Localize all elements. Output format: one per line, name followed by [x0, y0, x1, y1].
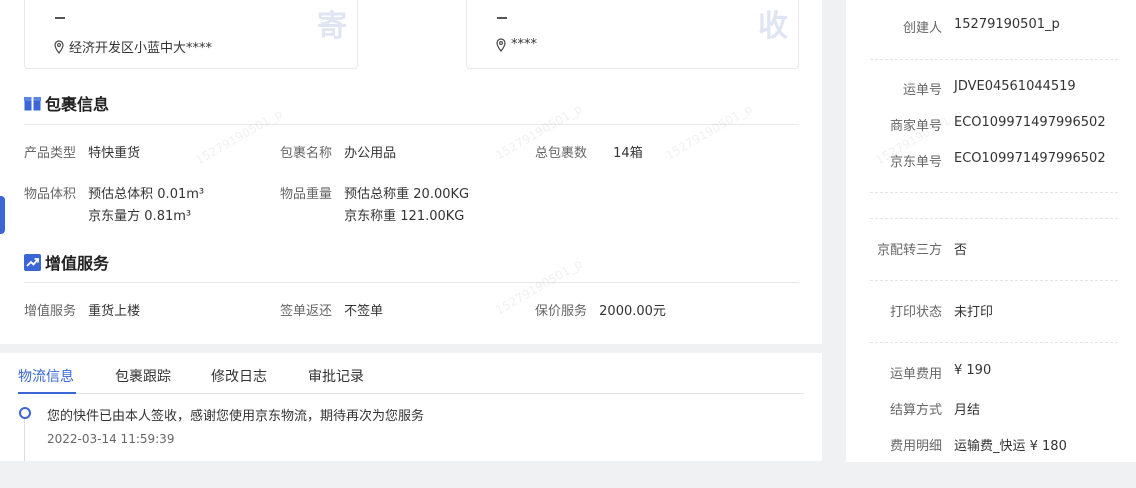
tab-changelog[interactable]: 修改日志 — [211, 366, 267, 386]
contact-mark-icon — [497, 9, 507, 19]
waybill-label: 运单号 — [902, 83, 942, 98]
creator-label: 创建人 — [902, 21, 942, 36]
divider — [24, 282, 799, 283]
receiver-address: **** — [495, 37, 537, 52]
print-status-label: 打印状态 — [889, 305, 942, 320]
merchant-label: 商家单号 — [889, 119, 942, 134]
order-summary-panel: 创建人 15279190501_p 运单号 JDVE04561044519 商家… — [846, 0, 1136, 462]
tab-bar-divider — [18, 393, 804, 394]
waybill-row: 运单号 JDVE04561044519 — [846, 79, 1136, 99]
package-name-label: 包裹名称 — [280, 146, 333, 161]
creator-row: 创建人 15279190501_p — [846, 17, 1136, 37]
value-service-heading: 增值服务 — [24, 250, 109, 274]
volume-jd: 京东量方 0.81m³ — [88, 209, 192, 224]
jd-order-row: 京东单号 ECO109971497996502 — [846, 151, 1136, 171]
insure-label: 保价服务 — [535, 304, 588, 319]
jd-order-label: 京东单号 — [889, 155, 942, 170]
creator-value: 15279190501_p — [954, 17, 1060, 32]
settlement-label: 结算方式 — [889, 403, 942, 418]
weight-values: 预估总称重 20.00KG 京东称重 121.00KG — [344, 184, 469, 228]
fee-detail-label: 费用明细 — [889, 439, 942, 454]
settlement-row: 结算方式 月结 — [846, 399, 1136, 419]
volume-label: 物品体积 — [24, 187, 77, 202]
volume-estimate: 预估总体积 0.01m³ — [88, 187, 205, 202]
package-info-heading: 包裹信息 — [24, 91, 109, 115]
timeline-event-text: 您的快件已由本人签收，感谢您使用京东物流，期待再次为您服务 — [47, 409, 425, 424]
timeline-event-time: 2022-03-14 11:59:39 — [47, 432, 175, 446]
location-pin-icon — [496, 37, 506, 52]
package-icon — [24, 97, 41, 111]
fee-detail-row: 费用明细 运输费_快运 ¥ 180 — [846, 435, 1136, 455]
product-type-value: 特快重货 — [88, 146, 141, 161]
package-name-field: 包裹名称 办公用品 — [280, 143, 396, 165]
product-type-label: 产品类型 — [24, 146, 77, 161]
location-pin-icon — [54, 39, 64, 54]
sender-corner-label: 寄 — [317, 9, 347, 44]
tab-tracking[interactable]: 包裹跟踪 — [115, 366, 171, 386]
receiver-address-text: **** — [511, 37, 537, 52]
volume-values: 预估总体积 0.01m³ 京东量方 0.81m³ — [88, 184, 204, 228]
logistics-card: 物流信息 包裹跟踪 修改日志 审批记录 您的快件已由本人签收，感谢您使用京东物流… — [0, 353, 822, 461]
third-party-label: 京配转三方 — [876, 243, 942, 258]
sign-return-label: 签单返还 — [280, 304, 333, 319]
third-party-value: 否 — [954, 243, 968, 258]
timeline-dot — [19, 407, 31, 419]
total-count-label: 总包裹数 — [535, 146, 588, 161]
sign-return-value: 不签单 — [344, 304, 384, 319]
sender-address: 经济开发区小蓝中大**** — [53, 37, 212, 56]
insure-field: 保价服务 2000.00元 — [535, 301, 666, 323]
value-service-title: 增值服务 — [45, 254, 110, 273]
receiver-address-card: 收 **** — [466, 0, 799, 69]
jd-order-value: ECO109971497996502 — [954, 151, 1106, 166]
order-detail-card: 寄 经济开发区小蓝中大**** 收 **** 包裹信息 产品类型 特快重货 包裹… — [0, 0, 822, 344]
weight-label: 物品重量 — [280, 187, 333, 202]
divider — [870, 59, 1118, 60]
weight-jd: 京东称重 121.00KG — [344, 209, 465, 224]
waybill-fee-row: 运单费用 ¥ 190 — [846, 363, 1136, 383]
page-bottom-area — [0, 462, 1136, 488]
service-label: 增值服务 — [24, 304, 77, 319]
contact-mark-icon — [55, 9, 65, 19]
sender-address-text: 经济开发区小蓝中大**** — [69, 41, 213, 56]
insure-value: 2000.00元 — [599, 304, 666, 319]
side-drawer-handle[interactable] — [0, 196, 5, 234]
waybill-fee-label: 运单费用 — [889, 367, 942, 382]
print-status-row: 打印状态 未打印 — [846, 301, 1136, 321]
divider — [24, 124, 799, 125]
third-party-row: 京配转三方 否 — [846, 239, 1136, 259]
active-tab-indicator — [18, 392, 76, 394]
trend-icon — [24, 253, 41, 271]
merchant-row: 商家单号 ECO109971497996502 — [846, 115, 1136, 135]
sender-address-card: 寄 经济开发区小蓝中大**** — [24, 0, 358, 69]
product-type-field: 产品类型 特快重货 — [24, 143, 140, 165]
weight-field: 物品重量 预估总称重 20.00KG 京东称重 121.00KG — [280, 184, 469, 228]
merchant-value: ECO109971497996502 — [954, 115, 1106, 130]
print-status-value: 未打印 — [954, 305, 994, 320]
package-name-value: 办公用品 — [344, 146, 397, 161]
weight-estimate: 预估总称重 20.00KG — [344, 187, 470, 202]
package-info-title: 包裹信息 — [45, 95, 110, 114]
volume-field: 物品体积 预估总体积 0.01m³ 京东量方 0.81m³ — [24, 184, 204, 228]
total-count-field: 总包裹数 14箱 — [535, 143, 643, 165]
tab-logistics[interactable]: 物流信息 — [18, 366, 74, 386]
divider — [870, 342, 1118, 343]
service-field: 增值服务 重货上楼 — [24, 301, 140, 323]
tab-approval[interactable]: 审批记录 — [308, 366, 364, 386]
waybill-fee-value: ¥ 190 — [954, 363, 992, 378]
fee-detail-value: 运输费_快运 ¥ 180 — [954, 439, 1067, 454]
divider — [870, 192, 1118, 193]
divider — [870, 218, 1118, 219]
settlement-value: 月结 — [954, 403, 981, 418]
timeline-line — [24, 419, 25, 461]
total-count-value: 14箱 — [613, 146, 643, 161]
waybill-value: JDVE04561044519 — [954, 79, 1076, 94]
receiver-corner-label: 收 — [758, 9, 788, 44]
divider — [870, 280, 1118, 281]
service-value: 重货上楼 — [88, 304, 141, 319]
sign-return-field: 签单返还 不签单 — [280, 301, 383, 323]
